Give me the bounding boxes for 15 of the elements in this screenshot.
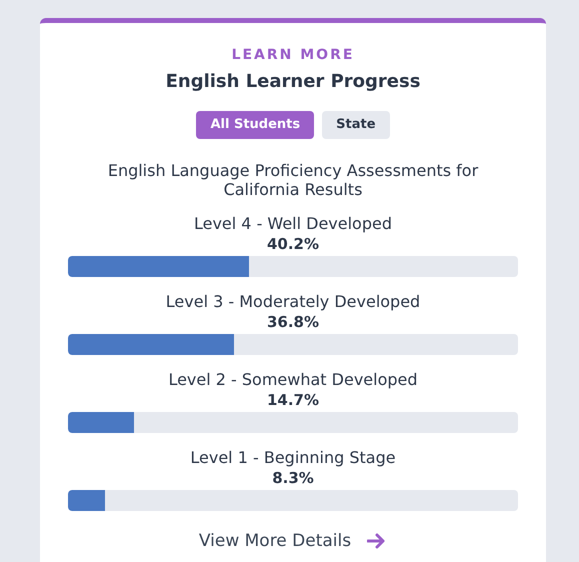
arrow-right-icon	[367, 533, 388, 550]
level-label: Level 1 - Beginning Stage	[189, 448, 397, 468]
eyebrow-label: LEARN MORE	[230, 46, 356, 65]
percent-value: 36.8%	[266, 312, 320, 332]
level-label: Level 3 - Moderately Developed	[164, 292, 422, 312]
filter-button[interactable]: All Students	[196, 111, 314, 138]
view-details-link[interactable]: View More Details	[198, 528, 388, 554]
percent-value: 8.3%	[271, 468, 315, 488]
percent-value: 40.2%	[266, 234, 320, 254]
card-title: English Learner Progress	[164, 70, 422, 94]
chart-subtitle: English Language Proficiency Assessments for California Results	[106, 160, 480, 198]
percent-value: 14.7%	[266, 390, 320, 410]
filter-button[interactable]: State	[322, 111, 390, 138]
level-label: Level 2 - Somewhat Developed	[167, 370, 419, 390]
level-label: Level 4 - Well Developed	[192, 214, 393, 234]
